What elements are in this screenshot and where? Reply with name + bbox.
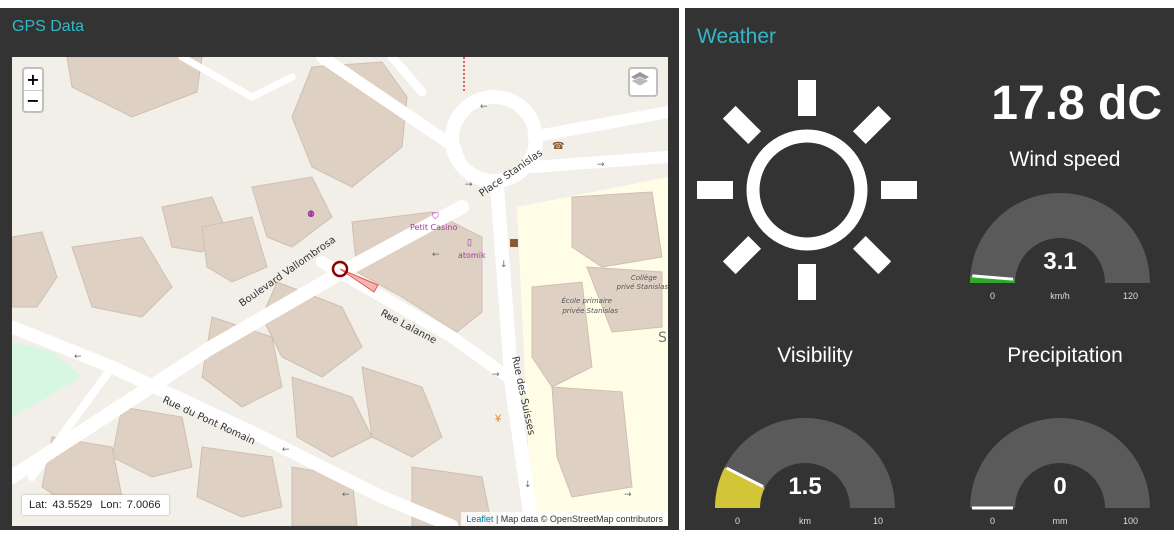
visibility-title: Visibility [777,344,853,367]
lat-value: 43.5529 [52,499,93,511]
svg-text:←: ← [480,102,488,112]
svg-text:↓: ↓ [524,480,532,490]
map-tiles: ←→ →← ↓→ ←← ←↓ →→ Place Stanislas Boulev… [12,57,668,526]
precipitation-gauge-max: 100 [1122,516,1138,526]
wind-speed-title: Wind speed [1009,148,1121,171]
svg-text:☎: ☎ [552,141,564,152]
poi-label: atomik [458,251,486,260]
wind-speed-gauge: 3.1 0 km/h 120 [970,188,1150,308]
svg-text:←: ← [74,352,82,362]
leaflet-link[interactable]: Leaflet [466,514,493,524]
svg-text:⚉: ⚉ [307,209,315,219]
gps-panel: GPS Data ← → → ← ↓ → ← ← ← ↓ → → Place S… [0,8,679,530]
lon-label: Lon: [100,499,122,511]
school-label: Collège [631,274,657,282]
school-label: privée Stanislas [561,307,618,315]
svg-text:¥: ¥ [494,413,502,425]
visibility-gauge-unit: km [799,516,811,526]
zoom-in-button[interactable]: + [24,69,42,91]
layers-button[interactable] [628,67,658,97]
zoom-control: + − [22,67,44,113]
svg-text:→: → [492,370,500,380]
visibility-gauge: 1.5 0 km 10 [715,413,895,533]
zoom-out-button[interactable]: − [24,91,42,112]
gps-panel-title: GPS Data [12,18,85,35]
weather-panel: Weather 17.8 dC Wind speed 3.1 0 km/h 120 V… [685,8,1174,530]
wind-speed-gauge-max: 120 [1122,291,1138,301]
wind-speed-gauge-value: 3.1 [1043,248,1077,275]
precipitation-title: Precipitation [1007,344,1123,367]
svg-text:←: ← [432,250,440,260]
svg-text:→: → [624,490,632,500]
layers-icon [630,72,650,87]
coordinates-readout: Lat: 43.5529 Lon: 7.0066 [22,495,170,515]
svg-text:▯: ▯ [467,237,472,247]
svg-text:→: → [597,160,605,170]
svg-text:←: ← [282,445,290,455]
svg-text:↓: ↓ [500,260,508,270]
lon-value: 7.0066 [126,499,161,511]
poi-label: Petit Casino [410,223,457,232]
weather-panel-title: Weather [697,25,776,48]
lat-label: Lat: [29,499,48,511]
svg-text:→: → [465,180,473,190]
map-attribution: Leaflet | Map data © OpenStreetMap contr… [461,512,668,526]
sun-icon [697,80,917,300]
school-label: École primaire [561,296,612,305]
precipitation-gauge: 0 0 mm 100 [970,413,1150,533]
school-label: privé Stanislas [616,283,668,291]
svg-text:⛉: ⛉ [432,211,439,221]
temperature-value: 17.8 dC [991,77,1162,130]
visibility-gauge-value: 1.5 [788,473,822,500]
map-edge-label: S [658,330,667,346]
svg-text:←: ← [342,490,350,500]
map[interactable]: ← → → ← ↓ → ← ← ← ↓ → → Place Stanislas Boulev… [12,57,668,526]
visibility-gauge-max: 10 [872,516,883,526]
attribution-text: | Map data © OpenStreetMap contributors [495,514,663,524]
precipitation-gauge-value: 0 [1053,473,1067,500]
